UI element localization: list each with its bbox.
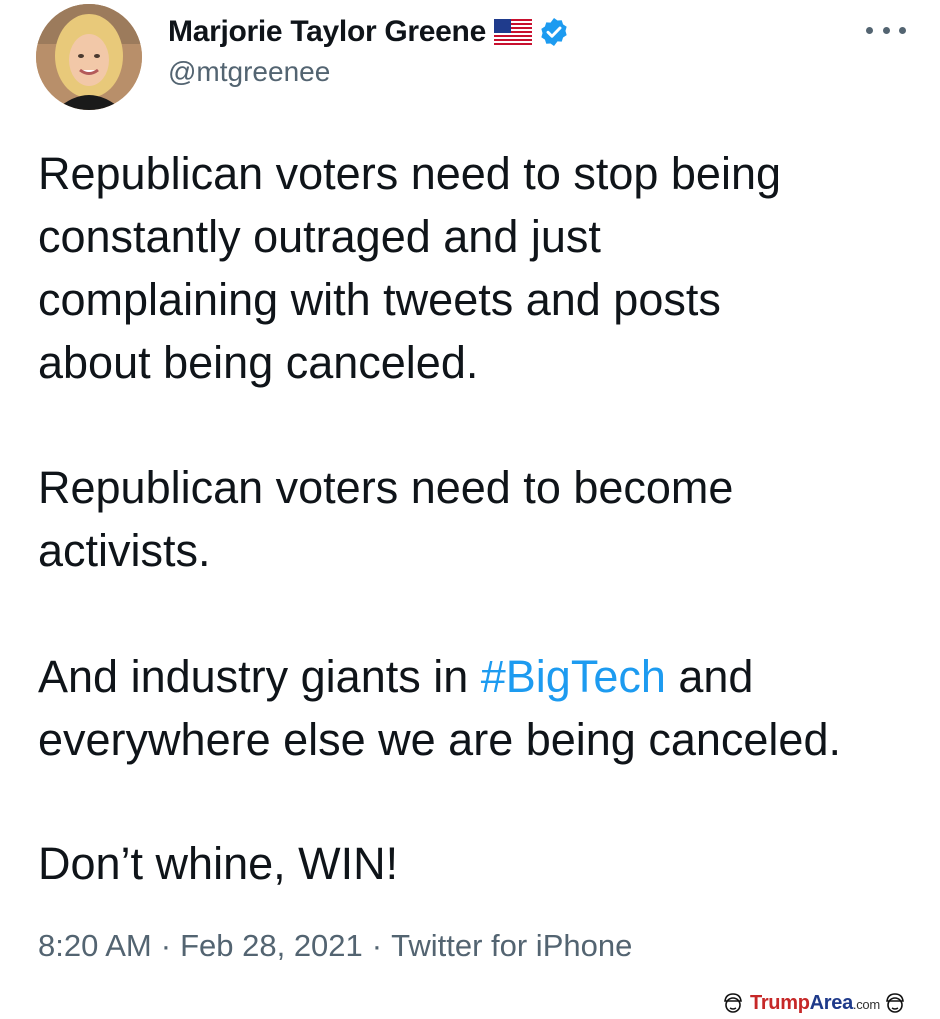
tweet-line: about being canceled. bbox=[38, 337, 479, 388]
hashtag-link[interactable]: #BigTech bbox=[481, 651, 666, 702]
watermark-text: TrumpArea.com bbox=[750, 992, 880, 1015]
tweet-paragraph-2: Republican voters need to become activis… bbox=[38, 456, 918, 582]
watermark-part: Area bbox=[809, 991, 854, 1014]
trump-face-icon bbox=[722, 992, 744, 1014]
tweet-line: constantly outraged and just bbox=[38, 211, 601, 262]
meta-separator: · bbox=[371, 928, 383, 963]
author-avatar[interactable] bbox=[36, 4, 142, 110]
tweet-line: Don’t whine, WIN! bbox=[38, 838, 399, 889]
tweet-date[interactable]: Feb 28, 2021 bbox=[180, 928, 363, 963]
tweet-text: and bbox=[665, 651, 754, 702]
verified-badge-icon bbox=[538, 16, 570, 48]
more-dot bbox=[866, 26, 873, 34]
tweet-source[interactable]: Twitter for iPhone bbox=[391, 928, 632, 963]
tweet-line: Republican voters need to become bbox=[38, 462, 734, 513]
more-dot bbox=[882, 26, 890, 34]
tweet-line: everywhere else we are being canceled. bbox=[38, 714, 841, 765]
tweet-paragraph-4: Don’t whine, WIN! bbox=[38, 832, 918, 895]
site-watermark: TrumpArea.com bbox=[722, 990, 906, 1016]
tweet-line: And industry giants in #BigTech and bbox=[38, 645, 918, 708]
tweet-time[interactable]: 8:20 AM bbox=[38, 928, 152, 963]
tweet-paragraph-3: And industry giants in #BigTech and ever… bbox=[38, 645, 918, 771]
more-dot bbox=[899, 26, 906, 34]
us-flag-icon bbox=[493, 19, 532, 45]
tweet-line: activists. bbox=[38, 525, 211, 576]
tweet-line: complaining with tweets and posts bbox=[38, 274, 721, 325]
author-display-name[interactable]: Marjorie Taylor Greene bbox=[168, 15, 486, 49]
trump-face-icon bbox=[884, 992, 906, 1014]
watermark-part: Trump bbox=[750, 991, 810, 1014]
meta-separator: · bbox=[160, 928, 172, 963]
watermark-part: .com bbox=[852, 996, 880, 1012]
tweet-paragraph-1: Republican voters need to stop being con… bbox=[38, 142, 918, 394]
author-name-row: Marjorie Taylor Greene bbox=[168, 12, 570, 52]
tweet-line: Republican voters need to stop being bbox=[38, 148, 782, 199]
avatar-photo bbox=[36, 4, 142, 110]
more-options-icon[interactable] bbox=[866, 18, 906, 42]
tweet-text: And industry giants in bbox=[38, 651, 481, 702]
tweet-metadata: 8:20 AM · Feb 28, 2021 · Twitter for iPhone bbox=[38, 928, 632, 964]
author-handle[interactable]: @mtgreenee bbox=[168, 56, 330, 88]
